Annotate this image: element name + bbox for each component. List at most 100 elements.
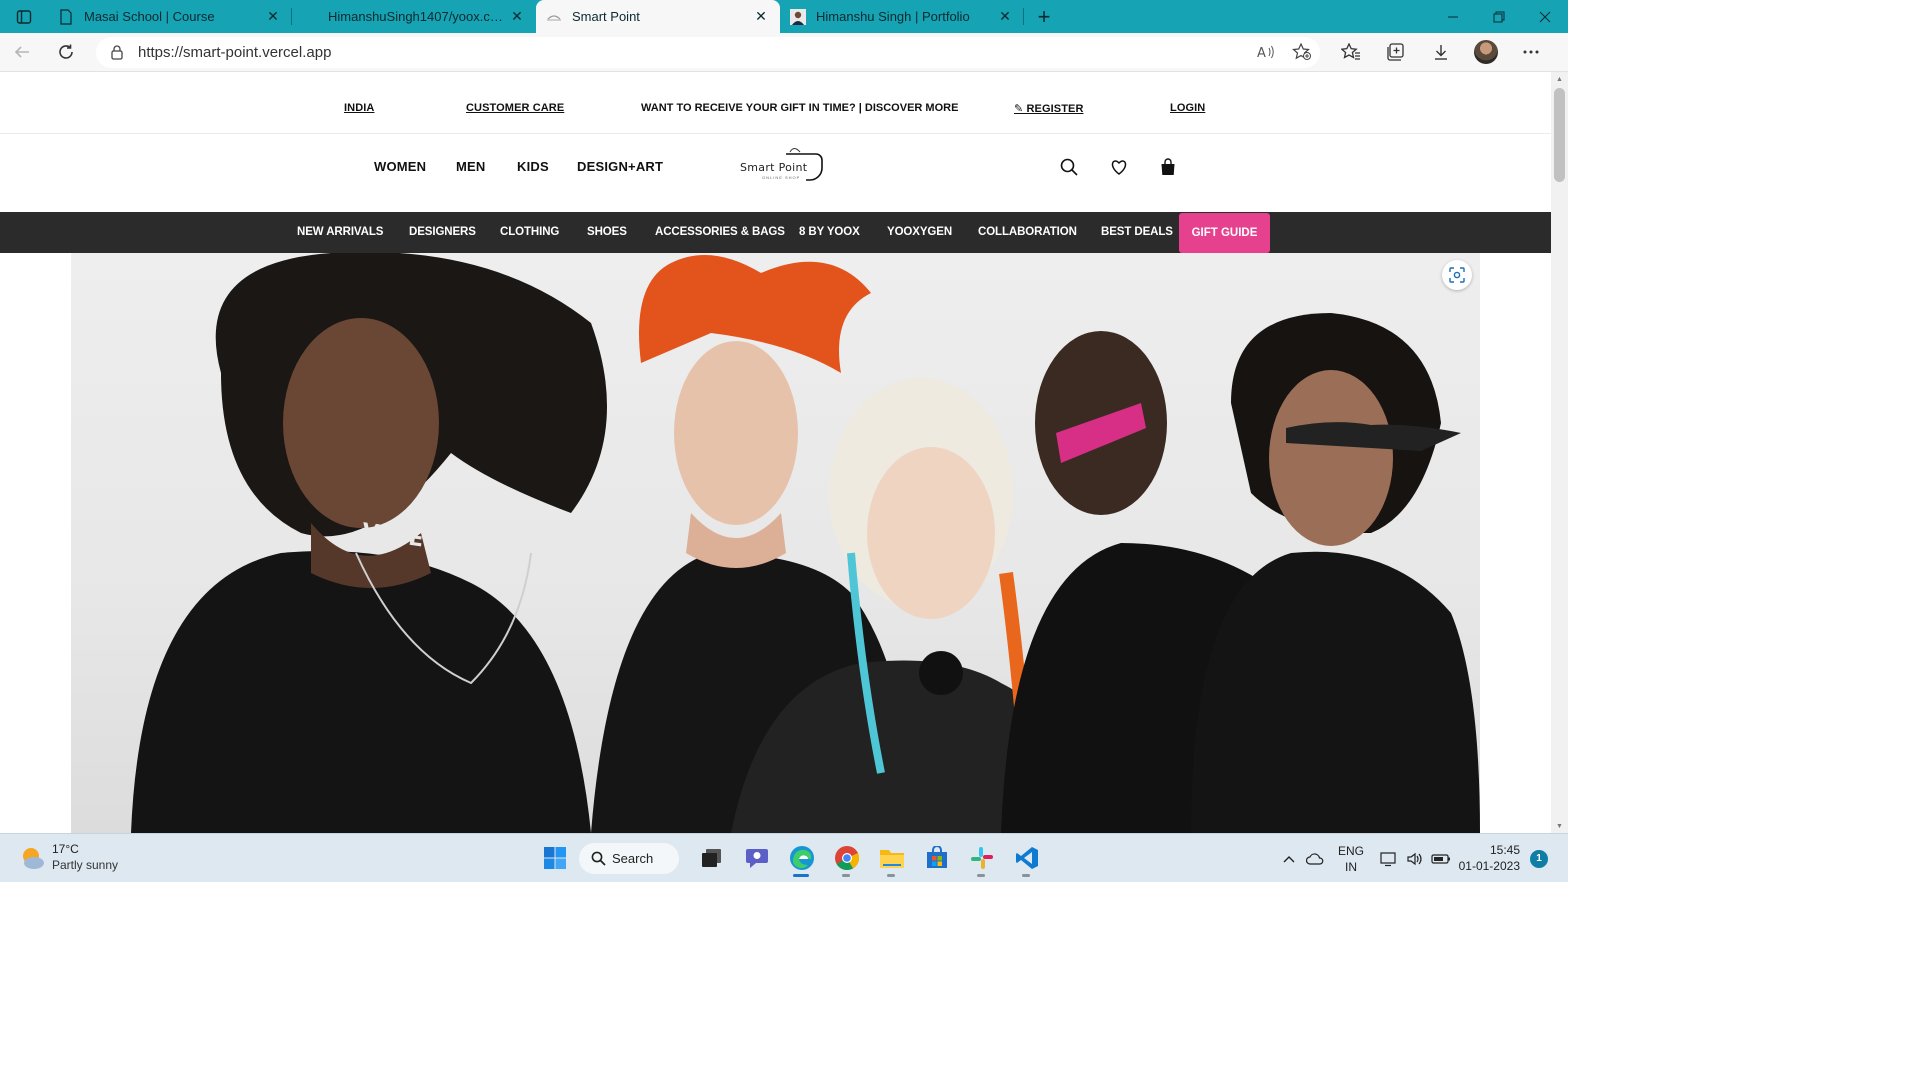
category-yooxygen[interactable]: YOOXYGEN — [887, 212, 952, 253]
nav-men[interactable]: MEN — [456, 159, 486, 174]
tab-smart-point[interactable]: Smart Point ✕ — [536, 0, 780, 33]
task-view-button[interactable] — [689, 839, 734, 877]
gift-promo-text[interactable]: WANT TO RECEIVE YOUR GIFT IN TIME? | DIS… — [641, 102, 958, 114]
new-tab-button[interactable]: + — [1024, 0, 1064, 33]
close-tab-icon[interactable]: ✕ — [996, 8, 1014, 26]
utility-bar: INDIA CUSTOMER CARE WANT TO RECEIVE YOUR… — [0, 72, 1551, 134]
minimize-button[interactable] — [1430, 0, 1476, 33]
search-icon — [1060, 158, 1078, 176]
taskbar-search-label: Search — [612, 850, 654, 866]
file-explorer-button[interactable] — [869, 839, 914, 877]
profile-button[interactable] — [1463, 33, 1508, 72]
url-text[interactable]: https://smart-point.vercel.app — [138, 44, 331, 61]
wishlist-button[interactable] — [1108, 156, 1130, 178]
address-bar[interactable]: https://smart-point.vercel.app A — [96, 36, 1320, 68]
favorites-button[interactable] — [1328, 33, 1373, 72]
avatar — [1473, 40, 1498, 64]
back-button[interactable] — [0, 33, 44, 72]
onedrive-cloud-icon[interactable] — [1303, 847, 1327, 871]
weather-widget[interactable]: 17°C Partly sunny — [18, 842, 118, 873]
category-clothing[interactable]: CLOTHING — [500, 212, 559, 253]
category-collaboration[interactable]: COLLABORATION — [978, 212, 1077, 253]
main-nav: WOMEN MEN KIDS DESIGN+ART Smart Point ON… — [0, 134, 1551, 212]
login-link[interactable]: LOGIN — [1170, 102, 1205, 114]
collections-button[interactable] — [1373, 33, 1418, 72]
category-shoes[interactable]: SHOES — [587, 212, 627, 253]
tab-title: HimanshuSingh1407/yoox.com-clone — [328, 9, 508, 24]
edge-browser-button[interactable] — [779, 839, 824, 877]
close-icon — [1539, 11, 1551, 22]
category-8-by-yoox[interactable]: 8 BY YOOX — [799, 212, 860, 253]
start-button[interactable] — [532, 839, 577, 877]
network-icon[interactable] — [1377, 847, 1401, 871]
language-indicator[interactable]: ENG IN — [1338, 843, 1364, 875]
edge-icon — [789, 846, 814, 870]
notification-badge[interactable]: 1 — [1530, 850, 1548, 868]
running-indicator — [793, 874, 809, 877]
category-best-deals[interactable]: BEST DEALS — [1101, 212, 1173, 253]
gift-guide-button[interactable]: GIFT GUIDE — [1179, 213, 1270, 253]
close-tab-icon[interactable]: ✕ — [752, 8, 770, 26]
refresh-icon — [59, 44, 73, 59]
restore-icon — [1493, 11, 1505, 22]
nav-design-art[interactable]: DESIGN+ART — [577, 159, 663, 174]
tab-title: Himanshu Singh | Portfolio — [816, 9, 970, 24]
running-indicator — [887, 874, 895, 877]
scroll-down-icon[interactable]: ▼ — [1551, 819, 1568, 833]
logo-text: Smart Point — [740, 161, 808, 174]
close-window-button[interactable] — [1522, 0, 1568, 33]
restore-button[interactable] — [1476, 0, 1522, 33]
weather-temperature: 17°C — [52, 842, 79, 856]
battery-icon[interactable] — [1429, 847, 1453, 871]
tab-portfolio[interactable]: Himanshu Singh | Portfolio ✕ — [780, 0, 1024, 33]
search-button[interactable] — [1058, 156, 1080, 178]
nav-kids[interactable]: KIDS — [517, 159, 549, 174]
language-code: ENG — [1338, 844, 1365, 858]
nav-women[interactable]: WOMEN — [374, 159, 426, 174]
windows-logo-icon — [543, 847, 566, 869]
page-scrollbar[interactable]: ▲ ▼ — [1551, 72, 1568, 833]
teams-chat-button[interactable] — [734, 839, 779, 877]
chrome-icon — [834, 846, 859, 871]
close-tab-icon[interactable]: ✕ — [264, 8, 282, 26]
cart-button[interactable] — [1157, 156, 1179, 178]
scroll-up-icon[interactable]: ▲ — [1551, 72, 1568, 86]
category-new-arrivals[interactable]: NEW ARRIVALS — [297, 212, 383, 253]
register-link[interactable]: ✎ REGISTER — [1014, 102, 1084, 115]
taskbar-search[interactable]: Search — [579, 842, 679, 874]
microsoft-store-button[interactable] — [914, 839, 959, 877]
close-tab-icon[interactable]: ✕ — [508, 8, 526, 26]
toolbar-actions — [1328, 33, 1553, 72]
add-favorite-icon[interactable] — [1284, 37, 1320, 68]
heart-icon — [1111, 160, 1127, 175]
tab-github-repo[interactable]: HimanshuSingh1407/yoox.com-clone ✕ — [292, 0, 536, 33]
vscode-button[interactable] — [1004, 839, 1049, 877]
chrome-browser-button[interactable] — [824, 839, 869, 877]
scrollbar-thumb[interactable] — [1554, 88, 1565, 182]
page-icon — [58, 8, 74, 25]
customer-care-link[interactable]: CUSTOMER CARE — [466, 102, 564, 114]
clock-date: 01-01-2023 — [1458, 859, 1520, 873]
taskbar-clock[interactable]: 15:45 01-01-2023 — [1456, 842, 1520, 874]
slack-icon — [970, 847, 993, 869]
tab-masai-school[interactable]: Masai School | Course ✕ — [48, 0, 292, 33]
collections-icon — [1386, 43, 1404, 61]
volume-icon[interactable] — [1403, 847, 1427, 871]
visual-search-button[interactable] — [1442, 260, 1472, 290]
show-hidden-icons-chevron-up-icon[interactable] — [1277, 847, 1301, 871]
logo-subtitle: ONLINE SHOP — [762, 175, 801, 180]
portfolio-photo-icon — [790, 8, 806, 25]
taskbar-apps: Search — [532, 839, 1049, 877]
slack-button[interactable] — [959, 839, 1004, 877]
read-aloud-icon[interactable]: A — [1248, 37, 1284, 68]
category-accessories-bags[interactable]: ACCESSORIES & BAGS — [655, 212, 785, 253]
downloads-button[interactable] — [1418, 33, 1463, 72]
category-designers[interactable]: DESIGNERS — [409, 212, 476, 253]
refresh-button[interactable] — [44, 33, 88, 72]
tab-actions-button[interactable] — [0, 0, 48, 33]
address-bar-actions: A — [1248, 37, 1320, 68]
country-selector-link[interactable]: INDIA — [344, 102, 374, 114]
site-logo[interactable]: Smart Point ONLINE SHOP — [736, 144, 826, 184]
settings-more-button[interactable] — [1508, 33, 1553, 72]
hero-banner-image[interactable]: VETEMENTS — [71, 253, 1480, 833]
